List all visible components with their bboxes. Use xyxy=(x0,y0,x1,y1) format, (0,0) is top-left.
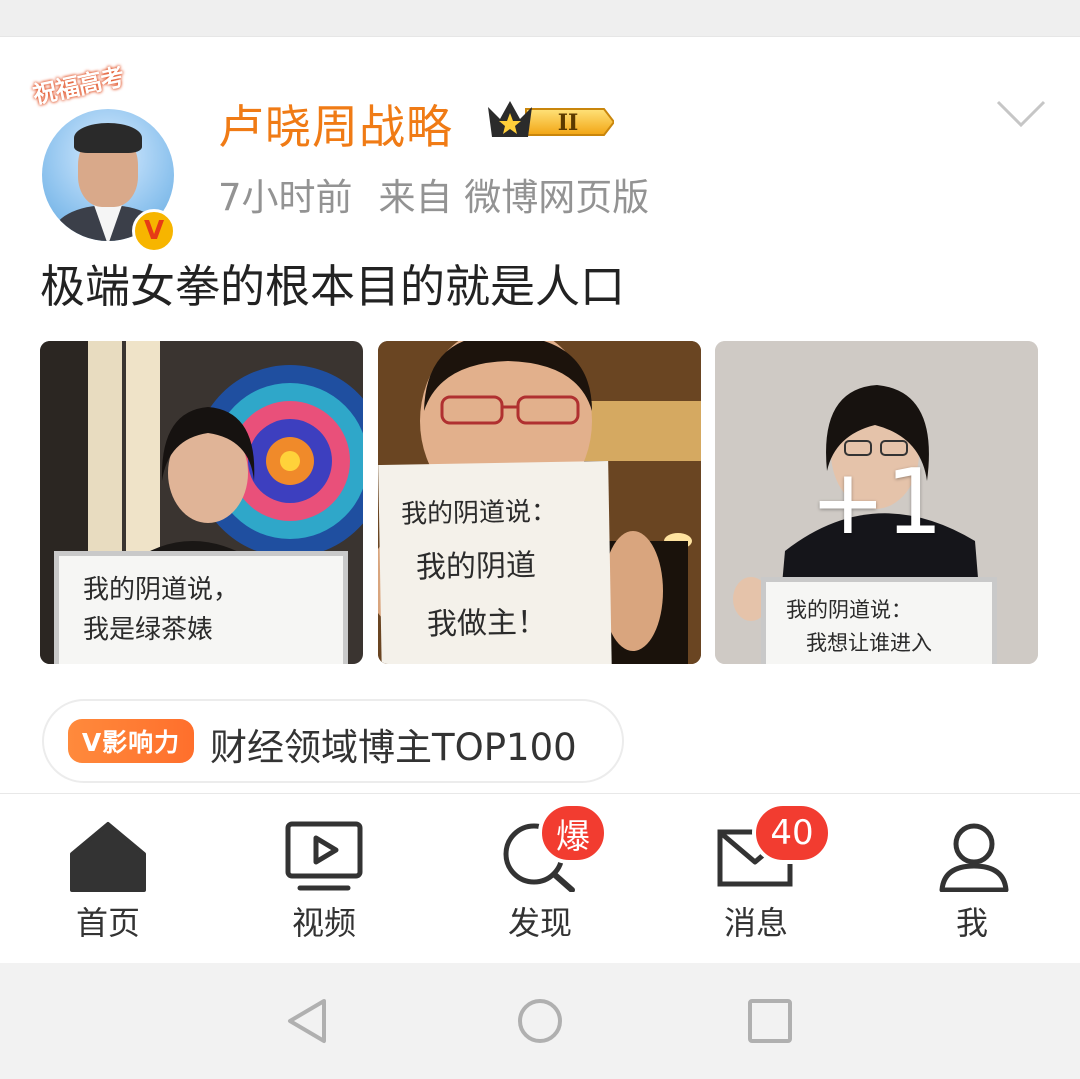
level-badge-text: II xyxy=(558,110,579,136)
tab-label: 发现 xyxy=(507,904,572,942)
recents-square-icon[interactable] xyxy=(746,997,794,1045)
tab-home[interactable]: 首页 xyxy=(0,794,216,964)
tab-label: 首页 xyxy=(75,904,140,942)
sign-line: 我是绿茶婊 xyxy=(83,615,214,646)
tab-label: 消息 xyxy=(723,904,788,942)
username[interactable]: 卢晓周战略 xyxy=(218,91,453,157)
post-meta: 7小时前 来自 微博网页版 xyxy=(218,167,675,221)
avatar[interactable]: 祝福高考 V xyxy=(30,63,176,255)
sign-line: 我的阴道说， xyxy=(83,575,240,605)
influence-text: 财经领域博主TOP100 xyxy=(210,726,577,769)
post-photo-3[interactable]: 我的阴道说： 我想让谁进入 +1 xyxy=(715,341,1038,664)
post-text[interactable]: 极端女拳的根本目的就是人口 xyxy=(40,250,625,315)
sign-line: 我的阴道 xyxy=(415,548,537,586)
unread-count-badge: 40 xyxy=(752,802,832,864)
post-time: 7小时前 xyxy=(218,176,353,219)
tab-messages[interactable]: 40 消息 xyxy=(648,794,864,964)
influence-badge: V影响力 xyxy=(68,719,194,763)
tab-me[interactable]: 我 xyxy=(864,794,1080,964)
tab-discover[interactable]: 爆 发现 xyxy=(432,794,648,964)
weibo-post-card: 祝福高考 V 卢晓周战略 II 7小时前 来自 微博网页版 极端女拳的根本目的就是… xyxy=(0,37,1080,793)
whiteboard-sign: 我的阴道说， 我是绿茶婊 xyxy=(54,551,348,664)
post-photo-2[interactable]: 我的阴道说： 我的阴道 我做主！ xyxy=(378,341,701,664)
post-photo-1[interactable]: 我的阴道说， 我是绿茶婊 xyxy=(40,341,363,664)
influence-tag[interactable]: V影响力 财经领域博主TOP100 xyxy=(42,699,624,783)
verified-badge-icon: V xyxy=(132,209,176,253)
paper-sign: 我的阴道说： 我的阴道 我做主！ xyxy=(378,461,612,664)
home-icon xyxy=(70,822,146,892)
tab-label: 我 xyxy=(955,904,988,942)
more-photos-count[interactable]: +1 xyxy=(715,341,1038,664)
sign-line: 我的阴道说： xyxy=(400,496,558,530)
hot-badge: 爆 xyxy=(538,802,608,864)
bottom-tab-bar: 首页 视频 爆 发现 40 消息 我 xyxy=(0,793,1080,964)
back-icon[interactable] xyxy=(284,997,332,1045)
level-crown-icon: II xyxy=(488,101,614,137)
status-strip xyxy=(0,0,1080,37)
tab-label: 视频 xyxy=(291,904,356,942)
post-source: 来自 微博网页版 xyxy=(378,176,650,219)
video-icon xyxy=(285,821,363,891)
chevron-down-icon[interactable] xyxy=(995,99,1047,129)
tab-video[interactable]: 视频 xyxy=(216,794,432,964)
sign-line: 我做主！ xyxy=(426,605,548,643)
home-circle-icon[interactable] xyxy=(516,997,564,1045)
system-navigation-bar xyxy=(0,963,1080,1079)
profile-icon xyxy=(939,823,1009,892)
